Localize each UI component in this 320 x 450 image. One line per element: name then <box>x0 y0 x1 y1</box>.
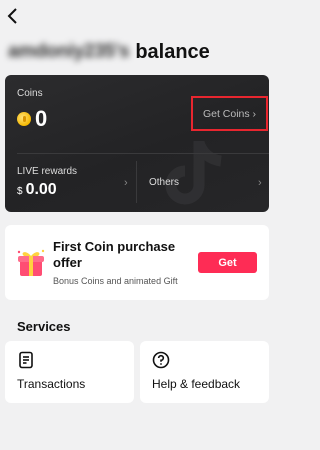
username-blurred: amdoniy235's <box>8 41 130 62</box>
question-circle-icon <box>152 351 170 369</box>
live-rewards-value: 0.00 <box>25 181 57 198</box>
services-heading: Services <box>17 319 71 334</box>
transactions-button[interactable]: Transactions <box>5 341 134 403</box>
live-rewards-amount: $ 0.00 <box>17 181 57 199</box>
chevron-right-icon: › <box>258 177 262 189</box>
help-feedback-button[interactable]: Help & feedback <box>140 341 269 403</box>
transactions-label: Transactions <box>17 377 86 391</box>
tiktok-watermark-icon <box>165 140 222 205</box>
gold-coin-icon <box>17 112 31 126</box>
title-suffix: balance <box>135 40 210 63</box>
currency-symbol: $ <box>17 186 23 197</box>
chevron-left-icon <box>7 8 17 24</box>
live-rewards-label: LIVE rewards <box>17 166 78 177</box>
balance-card: Coins 0 Get Coins › LIVE rewards $ 0.00 … <box>5 75 269 212</box>
offer-subtitle: Bonus Coins and animated Gift <box>53 276 178 286</box>
coins-balance: 0 <box>17 106 47 132</box>
get-coins-label: Get Coins › <box>202 107 257 120</box>
page-title: amdoniy235's balance <box>8 38 210 66</box>
card-vertical-divider <box>136 161 137 203</box>
first-purchase-offer-card: First Coin purchase offer Bonus Coins an… <box>5 225 269 300</box>
get-coins-button[interactable]: Get Coins › <box>191 96 268 131</box>
gift-icon <box>17 249 45 276</box>
offer-title: First Coin purchase offer <box>53 239 176 270</box>
receipt-icon <box>19 351 33 369</box>
chevron-right-icon: › <box>124 177 128 189</box>
back-button[interactable] <box>3 6 23 26</box>
card-divider <box>17 153 269 154</box>
coins-label: Coins <box>17 88 43 99</box>
coins-value: 0 <box>35 106 48 131</box>
others-label: Others <box>149 177 180 188</box>
help-feedback-label: Help & feedback <box>152 377 241 391</box>
get-offer-button[interactable]: Get <box>198 252 257 273</box>
